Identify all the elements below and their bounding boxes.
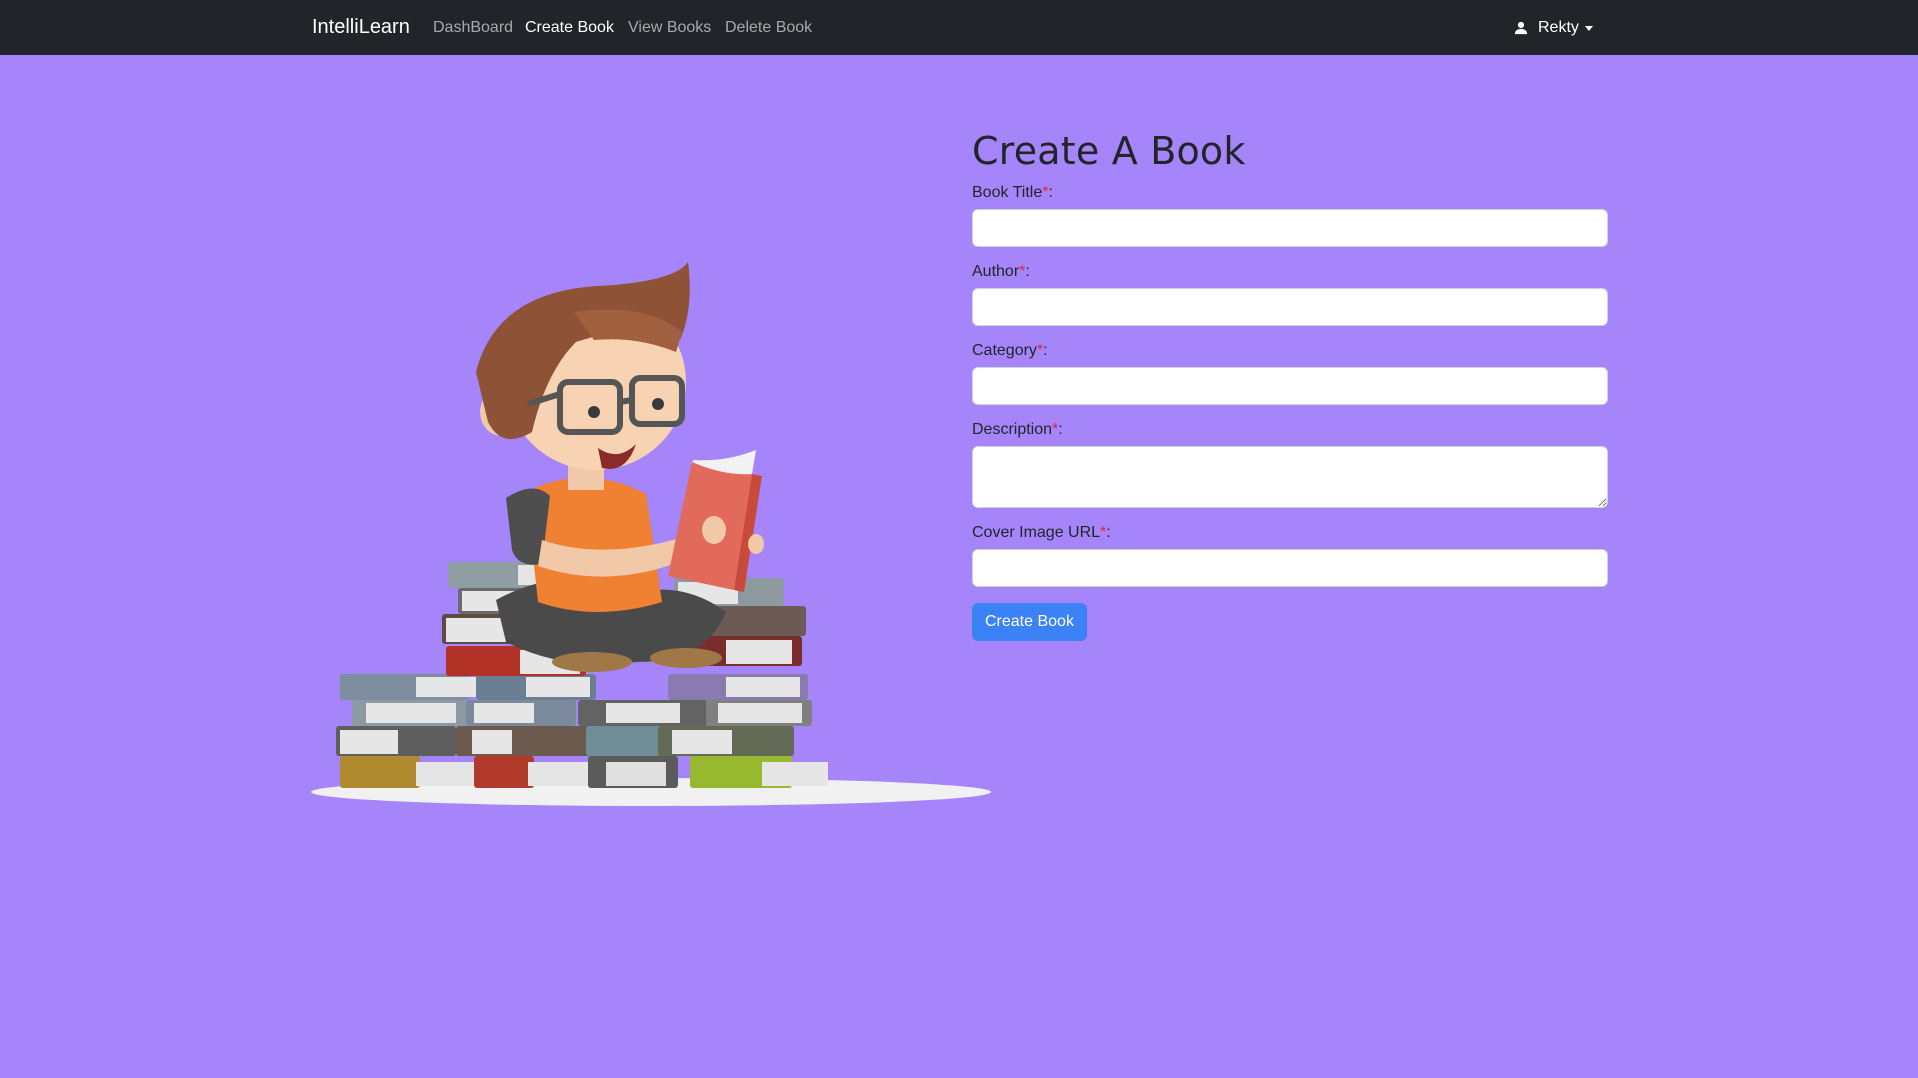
required-marker: * bbox=[1052, 421, 1059, 438]
user-name: Rekty bbox=[1538, 19, 1579, 36]
nav-link-delete-book[interactable]: Delete Book bbox=[725, 19, 812, 37]
user-icon bbox=[1514, 21, 1528, 35]
cover-image-url-label: Cover Image URL*: bbox=[972, 524, 1111, 541]
author-label: Author*: bbox=[972, 263, 1030, 280]
page-title: Create A Book bbox=[972, 129, 1246, 173]
category-field-group: Category*: bbox=[972, 341, 1608, 405]
create-book-form: Create A Book Book Title*: Author*: Cate… bbox=[972, 125, 1608, 641]
student-reading-illustration bbox=[306, 262, 996, 810]
book-title-label: Book Title*: bbox=[972, 184, 1053, 201]
required-marker: * bbox=[1042, 184, 1049, 201]
required-marker: * bbox=[1100, 524, 1107, 541]
brand-link[interactable]: IntelliLearn bbox=[312, 16, 410, 39]
required-marker: * bbox=[1036, 342, 1044, 359]
create-book-button[interactable]: Create Book bbox=[972, 603, 1087, 641]
required-marker: * bbox=[1019, 263, 1026, 280]
cover-image-url-input[interactable] bbox=[972, 549, 1608, 587]
book-title-field-group: Book Title*: bbox=[972, 183, 1608, 247]
nav-link-view-books[interactable]: View Books bbox=[628, 19, 711, 37]
top-navbar: IntelliLearn DashBoard Create Book View … bbox=[0, 0, 1918, 55]
cover-image-url-field-group: Cover Image URL*: bbox=[972, 523, 1608, 587]
author-field-group: Author*: bbox=[972, 262, 1608, 326]
description-label: Description*: bbox=[972, 421, 1063, 438]
author-input[interactable] bbox=[972, 288, 1608, 326]
category-label: Category*: bbox=[972, 342, 1048, 359]
chevron-down-icon bbox=[1584, 25, 1593, 31]
nav-link-create-book[interactable]: Create Book bbox=[525, 19, 614, 37]
description-field-group: Description*: bbox=[972, 420, 1608, 508]
book-title-input[interactable] bbox=[972, 209, 1608, 247]
category-input[interactable] bbox=[972, 367, 1608, 405]
nav-link-dashboard[interactable]: DashBoard bbox=[433, 19, 513, 37]
description-textarea[interactable] bbox=[972, 446, 1608, 508]
user-dropdown-toggle[interactable]: Rekty bbox=[1514, 18, 1593, 38]
